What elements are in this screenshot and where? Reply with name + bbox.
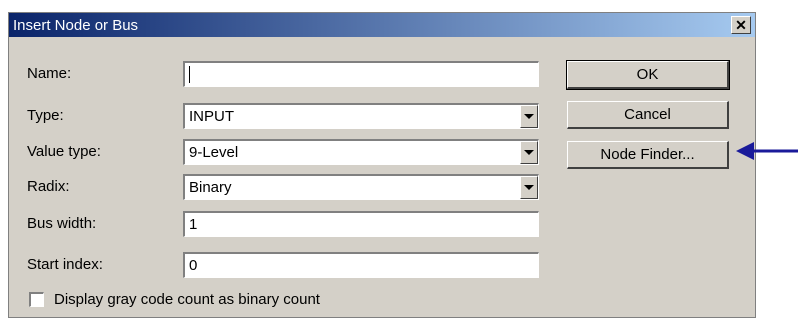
dialog-title: Insert Node or Bus [13, 17, 139, 34]
value-type-label: Value type: [27, 143, 101, 160]
value-type-dropdown-button[interactable] [520, 141, 538, 164]
name-label: Name: [27, 65, 72, 82]
gray-code-option[interactable]: Display gray code count as binary count [29, 291, 320, 308]
close-button[interactable]: ✕ [731, 16, 751, 34]
bus-width-input[interactable]: 1 [183, 211, 539, 237]
pointer-arrow-icon [736, 142, 798, 160]
type-value: INPUT [189, 108, 234, 125]
start-index-label: Start index: [27, 256, 103, 273]
gray-code-checkbox[interactable] [29, 292, 44, 307]
start-index-input[interactable]: 0 [183, 252, 539, 278]
type-label: Type: [27, 107, 64, 124]
cancel-button[interactable]: Cancel [567, 101, 729, 129]
bus-width-value: 1 [189, 216, 198, 233]
chevron-down-icon [524, 185, 534, 190]
name-input[interactable] [183, 61, 539, 87]
gray-code-label: Display gray code count as binary count [54, 291, 320, 308]
radix-dropdown-button[interactable] [520, 176, 538, 199]
insert-node-dialog: Insert Node or Bus ✕ Name: Type: INPUT V… [8, 12, 756, 318]
node-finder-button[interactable]: Node Finder... [567, 141, 729, 169]
start-index-value: 0 [189, 257, 198, 274]
text-cursor [189, 66, 195, 83]
type-dropdown-button[interactable] [520, 105, 538, 128]
ok-button[interactable]: OK [566, 60, 730, 90]
radix-label: Radix: [27, 178, 70, 195]
value-type-value: 9-Level [189, 144, 239, 161]
bus-width-label: Bus width: [27, 215, 97, 232]
type-select[interactable]: INPUT [183, 103, 539, 129]
radix-value: Binary [189, 179, 232, 196]
chevron-down-icon [524, 114, 534, 119]
chevron-down-icon [524, 150, 534, 155]
value-type-select[interactable]: 9-Level [183, 139, 539, 165]
title-bar: Insert Node or Bus ✕ [9, 13, 755, 37]
radix-select[interactable]: Binary [183, 174, 539, 200]
close-icon: ✕ [735, 16, 747, 33]
